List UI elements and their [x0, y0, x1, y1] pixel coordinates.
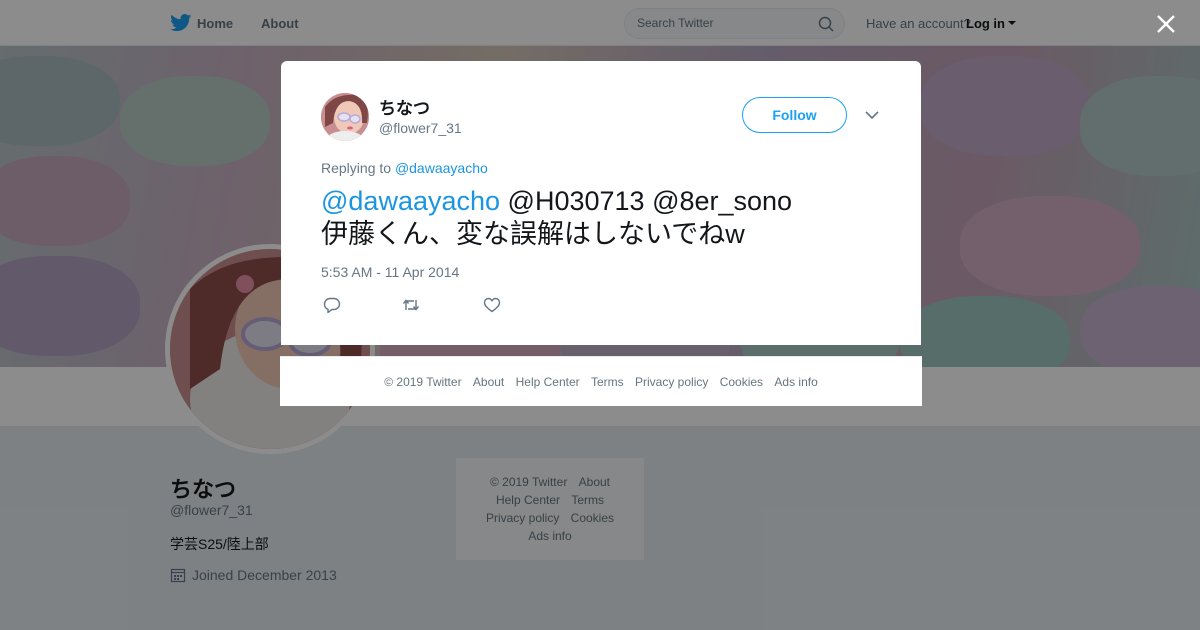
tweet-author-handle[interactable]: @flower7_31 [379, 120, 462, 136]
reply-icon[interactable] [323, 297, 341, 313]
footer-ads-link[interactable]: Ads info [774, 375, 817, 389]
avatar-photo [321, 93, 369, 141]
replying-to: Replying to @dawaayacho [321, 160, 488, 176]
footer-about-link[interactable]: About [473, 375, 504, 389]
close-icon[interactable] [1156, 14, 1176, 34]
follow-button[interactable]: Follow [742, 97, 847, 133]
footer-terms-link[interactable]: Terms [591, 375, 624, 389]
tweet-author-name[interactable]: ちなつ [379, 94, 430, 119]
replying-to-label: Replying to [321, 160, 392, 176]
mention-text[interactable]: @H030713 [508, 186, 645, 216]
tweet-body: 伊藤くん、変な誤解はしないでねw [321, 219, 745, 249]
tweet-modal: ちなつ @flower7_31 Follow Replying to @dawa… [281, 61, 921, 345]
mention-link[interactable]: @dawaayacho [321, 186, 500, 216]
modal-footer: © 2019 Twitter About Help Center Terms P… [280, 356, 922, 406]
footer-privacy-link[interactable]: Privacy policy [635, 375, 708, 389]
tweet-author-avatar[interactable] [321, 93, 369, 141]
mention-text[interactable]: @8er_sono [652, 186, 792, 216]
chevron-down-icon[interactable] [865, 109, 879, 121]
tweet-timestamp[interactable]: 5:53 AM - 11 Apr 2014 [321, 264, 459, 280]
heart-icon[interactable] [483, 297, 501, 313]
footer-cookies-link[interactable]: Cookies [720, 375, 763, 389]
footer-copyright: © 2019 Twitter [384, 375, 462, 389]
tweet-text: @dawaayacho @H030713 @8er_sono 伊藤くん、変な誤解… [321, 185, 881, 251]
retweet-icon[interactable] [402, 297, 420, 313]
footer-help-link[interactable]: Help Center [516, 375, 580, 389]
replying-to-link[interactable]: @dawaayacho [395, 160, 488, 176]
